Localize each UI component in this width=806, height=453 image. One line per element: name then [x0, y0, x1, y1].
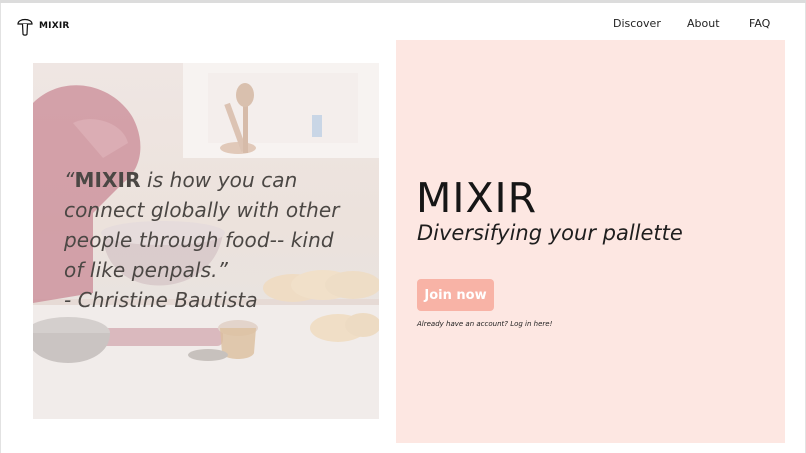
nav-discover[interactable]: Discover	[613, 17, 661, 30]
top-border	[0, 0, 806, 3]
quote-line-2: connect globally with other	[64, 198, 340, 222]
nav-faq[interactable]: FAQ	[749, 17, 770, 30]
logo-text: MIXIR	[39, 21, 70, 31]
quote-line-1: “MIXIR is how you can	[64, 168, 298, 192]
hero-panel: MIXIR Diversifying your pallette Join no…	[396, 40, 785, 443]
hero-title: MIXIR	[416, 174, 538, 222]
mushroom-logo-icon	[17, 18, 33, 36]
quote-attribution: - Christine Bautista	[64, 288, 258, 312]
quote-brand: MIXIR	[74, 168, 141, 192]
login-link[interactable]: Already have an account? Log in here!	[417, 320, 552, 328]
testimonial-quote: “MIXIR is how you can connect globally w…	[64, 165, 364, 315]
frame-left-border	[0, 3, 1, 453]
hero-kitchen-image: “MIXIR is how you can connect globally w…	[33, 63, 379, 419]
quote-line-3: people through food-- kind	[64, 228, 334, 252]
hero-tagline: Diversifying your pallette	[417, 221, 683, 245]
nav-about[interactable]: About	[687, 17, 720, 30]
quote-line-1-text: is how you can	[140, 168, 298, 192]
quote-line-4: of like penpals.”	[64, 258, 229, 282]
join-now-button[interactable]: Join now	[417, 279, 494, 311]
logo[interactable]: MIXIR	[16, 15, 70, 37]
